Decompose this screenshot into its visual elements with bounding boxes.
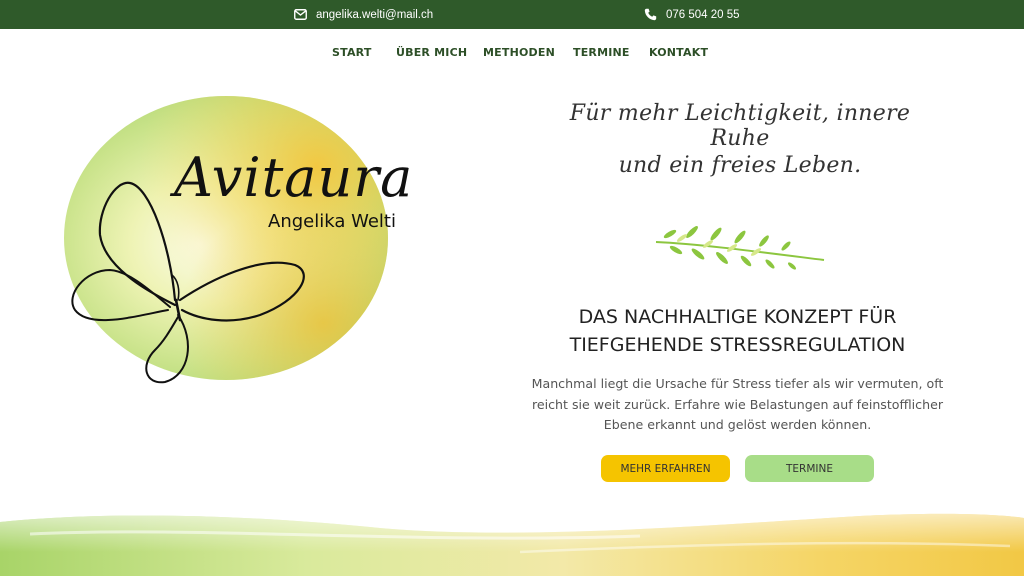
logo-brand: Avitaura (169, 146, 413, 209)
phone-icon (643, 8, 657, 22)
main-nav: START ÜBER MICH METHODEN TERMINE KONTAKT (0, 29, 1024, 75)
phone-text[interactable]: 076 504 20 55 (666, 9, 740, 21)
logo-name: Angelika Welti (268, 211, 396, 232)
email-text[interactable]: angelika.welti@mail.ch (316, 9, 433, 21)
watercolor-circle-yellow-low (64, 96, 388, 380)
headline-line2: TIEFGEHENDE STRESSREGULATION (569, 334, 906, 356)
leaf-sprig-icon (650, 214, 830, 272)
phone-contact[interactable]: 076 504 20 55 (643, 0, 740, 29)
logo[interactable]: Avitaura Angelika Welti (60, 95, 440, 395)
nav-ueber-mich[interactable]: ÜBER MICH (396, 46, 467, 59)
footer-watercolor-wash (0, 492, 1024, 576)
nav-start[interactable]: START (332, 46, 372, 59)
nav-termine[interactable]: TERMINE (573, 46, 630, 59)
headline-line1: DAS NACHHALTIGE KONZEPT FÜR (578, 306, 897, 328)
email-contact[interactable]: angelika.welti@mail.ch (293, 0, 433, 29)
hero-description: Manchmal liegt die Ursache für Stress ti… (531, 376, 944, 432)
top-contact-bar: angelika.welti@mail.ch 076 504 20 55 (0, 0, 1024, 29)
mehr-erfahren-button[interactable]: MEHR ERFAHREN (601, 455, 730, 482)
termine-button[interactable]: TERMINE (745, 455, 874, 482)
nav-kontakt[interactable]: KONTAKT (649, 46, 708, 59)
tagline-line1: Für mehr Leichtigkeit, innere Ruhe (569, 101, 911, 151)
tagline-line2: und ein freies Leben. (618, 153, 862, 178)
envelope-icon (293, 8, 307, 22)
nav-methoden[interactable]: METHODEN (483, 46, 555, 59)
